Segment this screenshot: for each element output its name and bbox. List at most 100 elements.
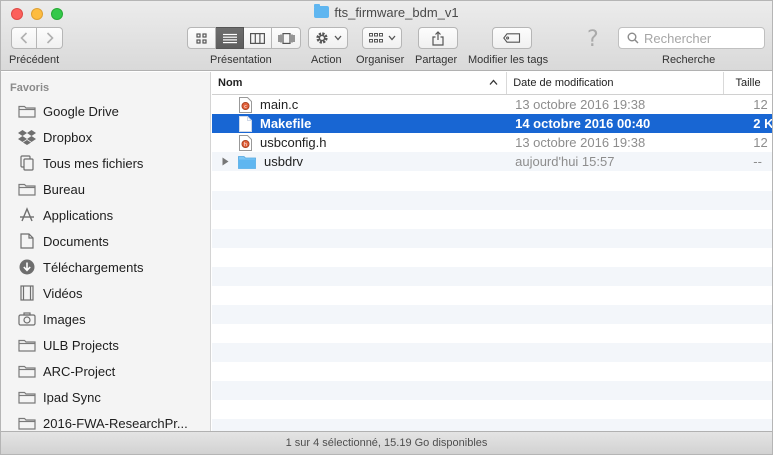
file-size: --	[753, 154, 762, 169]
table-row[interactable]: c main.c 13 octobre 2016 19:38 12 Ko	[212, 95, 772, 114]
sidebar-item-desktop[interactable]: Bureau	[1, 176, 210, 202]
camera-icon	[18, 311, 36, 327]
folder-icon	[18, 103, 36, 119]
forward-button[interactable]	[37, 27, 63, 49]
sidebar-item-images[interactable]: Images	[1, 306, 210, 332]
documents-icon	[18, 233, 36, 249]
c-source-file-icon: c	[238, 96, 252, 113]
sidebar-item-label: Tous mes fichiers	[43, 155, 144, 171]
file-list: Nom Date de modification Taille c main.c…	[212, 72, 773, 431]
svg-text:c: c	[244, 104, 247, 110]
folder-icon	[18, 337, 36, 353]
search-field[interactable]	[618, 27, 765, 49]
file-size: 2 Ko	[753, 116, 773, 131]
share-icon	[432, 30, 444, 46]
arrange-menu-button[interactable]	[362, 27, 402, 49]
sidebar-item-label: Dropbox	[43, 129, 93, 145]
edit-tags-button[interactable]	[492, 27, 532, 49]
sidebar-item-ipad-sync[interactable]: Ipad Sync	[1, 384, 210, 410]
list-header: Nom Date de modification Taille	[212, 72, 773, 95]
file-size: 12 Ko	[753, 135, 772, 150]
file-date: 13 octobre 2016 19:38	[515, 97, 646, 112]
search-input[interactable]	[644, 30, 754, 46]
applications-icon	[18, 207, 36, 223]
sidebar-item-applications[interactable]: Applications	[1, 202, 210, 228]
action-label: Action	[311, 54, 342, 66]
sidebar-item-google-drive[interactable]: Google Drive	[1, 98, 210, 124]
column-header-date[interactable]: Date de modification	[507, 72, 724, 94]
share-label: Partager	[415, 54, 458, 66]
tags-group	[492, 27, 532, 49]
sidebar-item-downloads[interactable]: Téléchargements	[1, 254, 210, 280]
folder-icon	[238, 153, 256, 170]
chevron-up-icon	[489, 79, 498, 85]
svg-text:h: h	[243, 142, 246, 148]
arrange-label: Organiser	[356, 54, 405, 66]
window-title: fts_firmware_bdm_v1	[1, 4, 772, 20]
tag-icon	[503, 33, 521, 43]
view-mode-selector	[187, 27, 301, 49]
file-size: 12 Ko	[753, 97, 772, 112]
sidebar-item-fwa-research[interactable]: 2016-FWA-ResearchPr...	[1, 410, 210, 431]
file-name: usbconfig.h	[260, 135, 327, 150]
column-header-name[interactable]: Nom	[212, 72, 508, 94]
sidebar-item-label: Ipad Sync	[43, 389, 101, 405]
table-row[interactable]: h usbconfig.h 13 octobre 2016 19:38 12 K…	[212, 133, 772, 152]
sidebar-heading: Favoris	[10, 82, 50, 94]
file-date: 14 octobre 2016 00:40	[515, 116, 651, 131]
file-name: usbdrv	[264, 154, 304, 169]
folder-icon	[18, 415, 36, 431]
back-button[interactable]	[11, 27, 37, 49]
folder-icon	[18, 363, 36, 379]
gear-icon	[315, 32, 328, 44]
sidebar-item-movies[interactable]: Vidéos	[1, 280, 210, 306]
document-icon	[238, 115, 252, 132]
status-bar: 1 sur 4 sélectionné, 15.19 Go disponible…	[1, 431, 772, 454]
table-row[interactable]: usbdrv aujourd'hui 15:57 --	[212, 152, 772, 171]
desktop-icon	[18, 181, 36, 197]
sidebar-item-label: Bureau	[43, 181, 85, 197]
disclosure-triangle-icon[interactable]	[222, 157, 230, 166]
sidebar-item-documents[interactable]: Documents	[1, 228, 210, 254]
view-label: Présentation	[210, 54, 272, 66]
table-row-selected[interactable]: Makefile 14 octobre 2016 00:40 2 Ko	[212, 114, 773, 133]
c-header-file-icon: h	[238, 134, 252, 151]
list-icon	[222, 33, 237, 43]
sidebar-item-label: 2016-FWA-ResearchPr...	[43, 415, 188, 431]
columns-icon	[250, 32, 265, 44]
view-list-button[interactable]	[216, 27, 244, 49]
column-header-size[interactable]: Taille	[724, 72, 773, 94]
sidebar: Favoris Google Drive Dropbox Tous mes fi…	[1, 72, 211, 431]
sidebar-item-label: ARC-Project	[43, 363, 116, 379]
view-coverflow-button[interactable]	[272, 27, 301, 49]
action-group	[308, 27, 348, 49]
share-group	[418, 27, 458, 49]
list-background	[212, 172, 772, 431]
share-button[interactable]	[418, 27, 458, 49]
sidebar-item-label: Applications	[43, 207, 114, 223]
sidebar-item-dropbox[interactable]: Dropbox	[1, 124, 210, 150]
folder-icon	[18, 389, 36, 405]
all-files-icon	[18, 155, 36, 171]
arrange-grid-icon	[368, 33, 383, 43]
folder-icon	[314, 4, 330, 18]
list-rows: c main.c 13 octobre 2016 19:38 12 Ko Mak…	[212, 95, 773, 171]
sidebar-item-label: Vidéos	[43, 285, 83, 301]
file-name: Makefile	[260, 116, 312, 131]
movies-icon	[18, 285, 36, 301]
sidebar-item-label: Google Drive	[43, 103, 119, 119]
action-menu-button[interactable]	[308, 27, 348, 49]
view-icons-button[interactable]	[187, 27, 216, 49]
help-icon[interactable]: ?	[587, 27, 599, 52]
sidebar-item-arc-project[interactable]: ARC-Project	[1, 358, 210, 384]
sidebar-item-all-files[interactable]: Tous mes fichiers	[1, 150, 210, 176]
chevron-right-icon	[46, 32, 54, 44]
grid-icon	[196, 32, 207, 44]
back-label: Précédent	[9, 54, 60, 66]
sidebar-item-label: Documents	[43, 233, 109, 249]
coverflow-icon	[277, 32, 295, 44]
dropbox-icon	[18, 129, 36, 145]
sidebar-item-ulb-projects[interactable]: ULB Projects	[1, 332, 210, 358]
view-columns-button[interactable]	[244, 27, 272, 49]
search-label: Recherche	[662, 54, 716, 66]
